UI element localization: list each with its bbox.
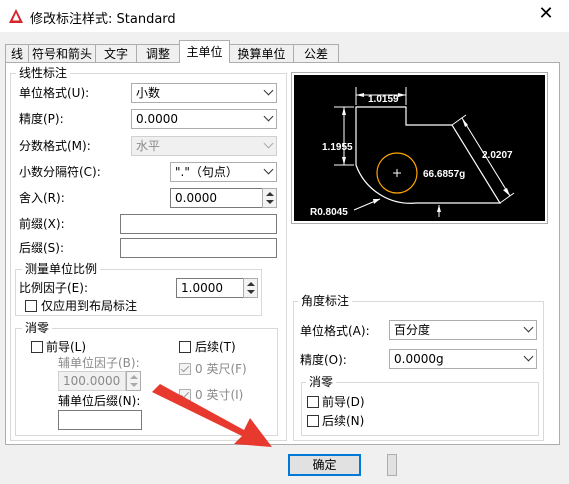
angular-trailing-zero-checkbox[interactable] [307, 415, 319, 427]
tab-fit[interactable]: 调整 [136, 44, 180, 62]
zero-inches-checkbox[interactable] [179, 389, 191, 401]
preview-dim-top: 1.0159 [368, 94, 399, 105]
angular-unit-format-label: 单位格式(A): [300, 324, 370, 338]
prefix-label: 前缀(X): [19, 217, 65, 231]
round-off-input[interactable]: 0.0000 [170, 188, 263, 208]
decimal-separator-label: 小数分隔符(C): [19, 165, 101, 179]
sub-unit-suffix-input[interactable] [58, 410, 142, 430]
window-title: 修改标注样式: Standard [30, 12, 176, 27]
chevron-down-icon [263, 138, 274, 149]
angular-zero-suppression-title: 消零 [306, 375, 337, 389]
preview-dim-radius: R0.8045 [310, 207, 348, 218]
tab-text[interactable]: 文字 [95, 44, 137, 62]
angular-precision-label: 精度(O): [300, 353, 347, 367]
round-off-label: 舍入(R): [19, 191, 65, 205]
precision-select[interactable]: 0.0000 [131, 109, 277, 129]
prefix-input[interactable] [120, 214, 277, 234]
decimal-separator-select[interactable]: "."（句点） [170, 162, 277, 182]
tab-alternate-units[interactable]: 换算单位 [229, 44, 294, 62]
suffix-label: 后缀(S): [19, 241, 65, 255]
scale-factor-spinner[interactable] [243, 278, 258, 298]
ok-button[interactable]: 确定 [288, 454, 361, 476]
chevron-down-icon [263, 111, 274, 122]
trailing-zero-label: 后续(T) [195, 340, 236, 354]
tab-tolerances[interactable]: 公差 [293, 44, 339, 62]
chevron-down-icon [263, 85, 274, 96]
layout-only-checkbox[interactable] [25, 300, 37, 312]
fraction-format-label: 分数格式(M): [19, 139, 91, 153]
leading-zero-label: 前导(L) [46, 340, 87, 354]
angular-trailing-zero-label: 后续(N) [322, 414, 365, 428]
tab-lines[interactable]: 线 [5, 44, 29, 62]
dimension-preview: 1.0159 1.1955 2.0207 66.6857g R0.8045 [291, 72, 548, 224]
precision-label: 精度(P): [19, 112, 64, 126]
preview-dim-left: 1.1955 [322, 142, 353, 153]
title-bar: 修改标注样式: Standard ✕ [0, 0, 569, 32]
angular-leading-zero-label: 前导(D) [322, 395, 365, 409]
linear-zero-suppression-title: 消零 [22, 321, 53, 335]
unit-format-select[interactable]: 小数 [131, 83, 277, 103]
unit-format-label: 单位格式(U): [19, 86, 90, 100]
scale-factor-label: 比例因子(E): [19, 281, 88, 295]
layout-only-label: 仅应用到布局标注 [41, 299, 138, 313]
tab-primary-units[interactable]: 主单位 [179, 40, 230, 63]
autocad-app-icon [9, 9, 23, 23]
sub-unit-factor-label: 辅单位因子(B): [58, 356, 140, 370]
suffix-input[interactable] [120, 238, 277, 258]
sub-unit-factor-spinner[interactable] [126, 371, 141, 391]
trailing-zero-checkbox[interactable] [179, 341, 191, 353]
chevron-down-icon [263, 164, 274, 175]
preview-dim-angle: 66.6857g [423, 169, 465, 180]
angular-leading-zero-checkbox[interactable] [307, 396, 319, 408]
sub-unit-suffix-label: 辅单位后缀(N): [58, 394, 141, 408]
cancel-button-partial[interactable] [387, 454, 397, 476]
angular-precision-select[interactable]: 0.0000g [389, 349, 537, 369]
fraction-format-select[interactable]: 水平 [131, 136, 277, 156]
zero-inches-label: 0 英寸(I) [195, 388, 244, 402]
close-icon[interactable]: ✕ [535, 3, 557, 25]
leading-zero-checkbox[interactable] [31, 341, 43, 353]
preview-drawing: 1.0159 1.1955 2.0207 66.6857g R0.8045 [294, 75, 545, 221]
zero-feet-label: 0 英尺(F) [195, 362, 247, 376]
angular-group-title: 角度标注 [298, 294, 353, 308]
linear-group-title: 线性标注 [16, 66, 71, 80]
preview-dim-right: 2.0207 [482, 150, 513, 161]
chevron-down-icon [523, 351, 534, 362]
sub-unit-factor-input[interactable]: 100.0000 [58, 371, 126, 391]
angular-unit-format-select[interactable]: 百分度 [389, 320, 537, 340]
zero-feet-checkbox[interactable] [179, 363, 191, 375]
chevron-down-icon [523, 322, 534, 333]
scale-factor-input[interactable]: 1.0000 [176, 278, 244, 298]
round-off-spinner[interactable] [262, 188, 277, 208]
measurement-scale-title: 测量单位比例 [22, 262, 101, 276]
tab-symbols-arrows[interactable]: 符号和箭头 [28, 44, 96, 62]
